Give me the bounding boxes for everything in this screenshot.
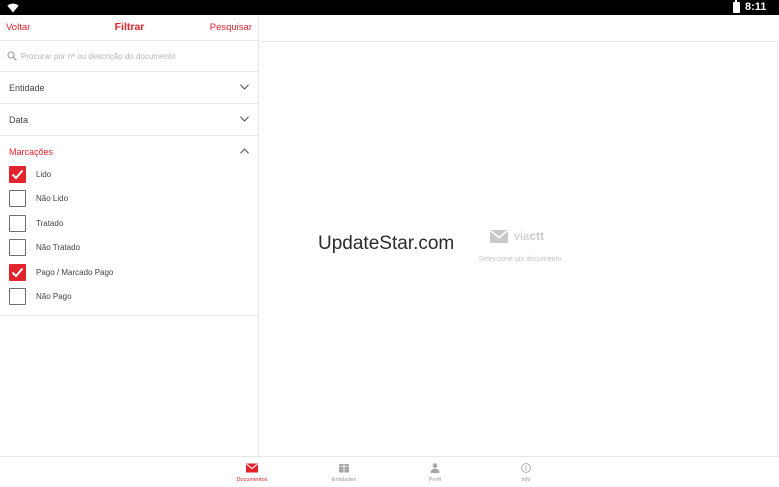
checkbox-label: Tratado	[36, 219, 64, 228]
checkbox-label: Não Pago	[36, 292, 72, 301]
status-time: 8:11	[745, 1, 767, 13]
checkbox-box[interactable]	[9, 264, 26, 281]
watermark-text: UpdateStar.com	[318, 233, 455, 254]
checkbox-nao-lido[interactable]: Não Lido	[9, 190, 249, 208]
envelope-icon	[490, 230, 508, 243]
checkbox-box[interactable]	[9, 190, 26, 207]
bottom-nav: Documentos Entidades Perfil Info	[0, 456, 779, 487]
checkbox-label: Não Tratado	[36, 243, 81, 252]
nav-info[interactable]: Info	[496, 461, 556, 485]
checkbox-nao-pago[interactable]: Não Pago	[9, 288, 249, 306]
checkbox-box[interactable]	[9, 215, 26, 232]
logo-text: viactt	[514, 229, 545, 243]
section-data[interactable]: Data	[0, 104, 258, 136]
header-divider	[260, 41, 779, 42]
search-icon	[7, 51, 17, 61]
person-icon	[430, 463, 440, 473]
filter-panel: Voltar Filtrar Pesquisar Entidade Data M…	[0, 15, 259, 456]
checkbox-pago[interactable]: Pago / Marcado Pago	[9, 264, 249, 282]
chevron-up-icon	[240, 148, 249, 154]
panel-edge	[777, 42, 778, 456]
wifi-icon	[7, 3, 19, 13]
box-icon	[339, 464, 349, 473]
checkmark-icon	[11, 267, 24, 278]
checkbox-tratado[interactable]: Tratado	[9, 215, 249, 233]
search-button[interactable]: Pesquisar	[210, 22, 252, 33]
section-marcacoes-header[interactable]: Marcações	[0, 136, 258, 166]
nav-label: Info	[521, 477, 531, 483]
checkbox-box[interactable]	[9, 239, 26, 256]
section-label: Entidade	[9, 83, 45, 93]
chevron-down-icon	[240, 84, 249, 90]
status-bar: 8:11	[0, 0, 779, 15]
checkbox-label: Lido	[36, 170, 52, 179]
search-input[interactable]	[21, 48, 251, 64]
filter-header: Voltar Filtrar Pesquisar	[0, 15, 258, 41]
nav-documentos[interactable]: Documentos	[222, 461, 282, 485]
section-label: Marcações	[9, 147, 54, 157]
info-icon	[521, 463, 531, 473]
checkbox-nao-tratado[interactable]: Não Tratado	[9, 239, 249, 257]
checkbox-box[interactable]	[9, 166, 26, 183]
checkmark-icon	[11, 169, 24, 180]
nav-label: Documentos	[236, 477, 268, 483]
checkbox-lido[interactable]: Lido	[9, 166, 249, 184]
search-bar	[0, 41, 258, 72]
empty-state-hint: Seleccione um documento	[478, 256, 562, 263]
nav-perfil[interactable]: Perfil	[405, 461, 465, 485]
section-marcacoes: Marcações Lido Não Lido Tratado Não Trat…	[0, 136, 258, 316]
envelope-icon	[246, 463, 258, 473]
nav-label: Entidades	[331, 477, 357, 483]
checkbox-label: Pago / Marcado Pago	[36, 268, 114, 277]
nav-entidades[interactable]: Entidades	[314, 461, 374, 485]
battery-icon	[733, 0, 740, 13]
nav-label: Perfil	[428, 477, 442, 483]
chevron-down-icon	[240, 116, 249, 122]
section-label: Data	[9, 115, 29, 125]
section-entidade[interactable]: Entidade	[0, 72, 258, 104]
checkbox-label: Não Lido	[36, 194, 69, 203]
checkbox-box[interactable]	[9, 288, 26, 305]
